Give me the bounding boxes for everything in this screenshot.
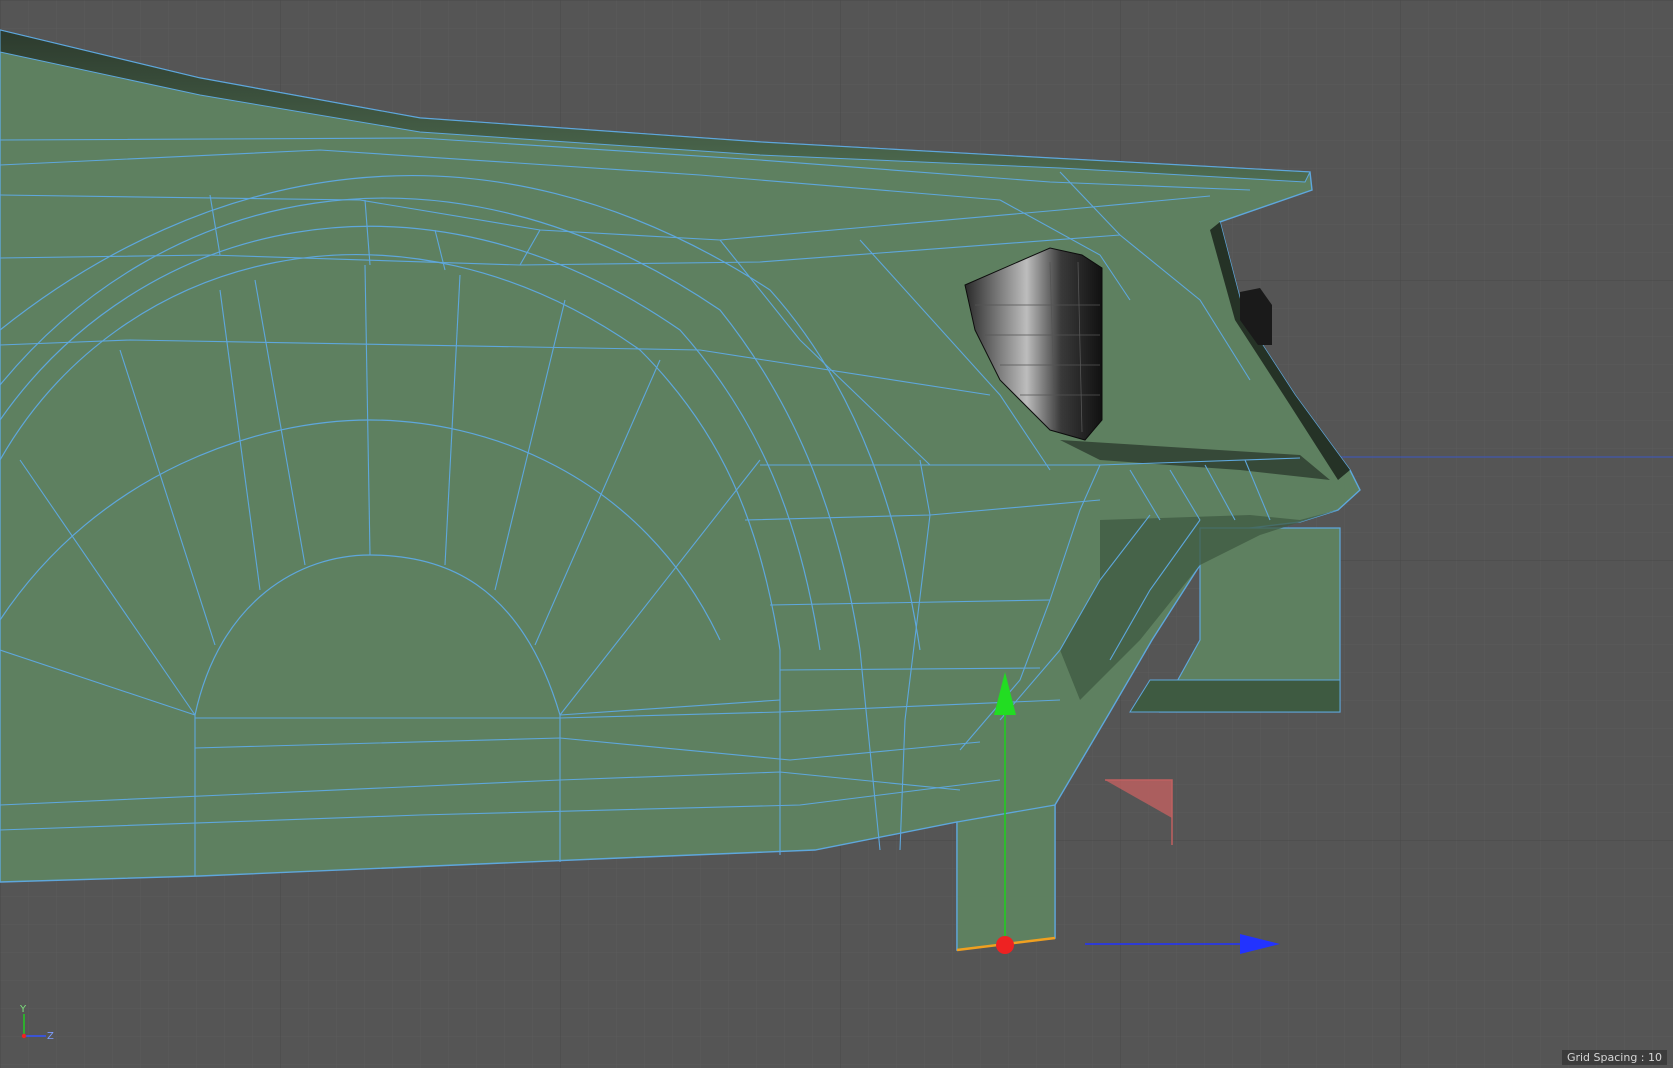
viewport-canvas[interactable]: Y Z bbox=[0, 0, 1673, 1068]
bumper-lip bbox=[1129, 679, 1341, 713]
axis-z-label: Z bbox=[47, 1031, 54, 1042]
3d-viewport[interactable]: Y Z Grid Spacing : 10 bbox=[0, 0, 1673, 1068]
axis-y-label: Y bbox=[19, 1004, 27, 1015]
extruded-face[interactable] bbox=[956, 804, 1056, 951]
gizmo-origin-handle[interactable] bbox=[996, 936, 1014, 954]
grid-spacing-status: Grid Spacing : 10 bbox=[1561, 1050, 1667, 1065]
